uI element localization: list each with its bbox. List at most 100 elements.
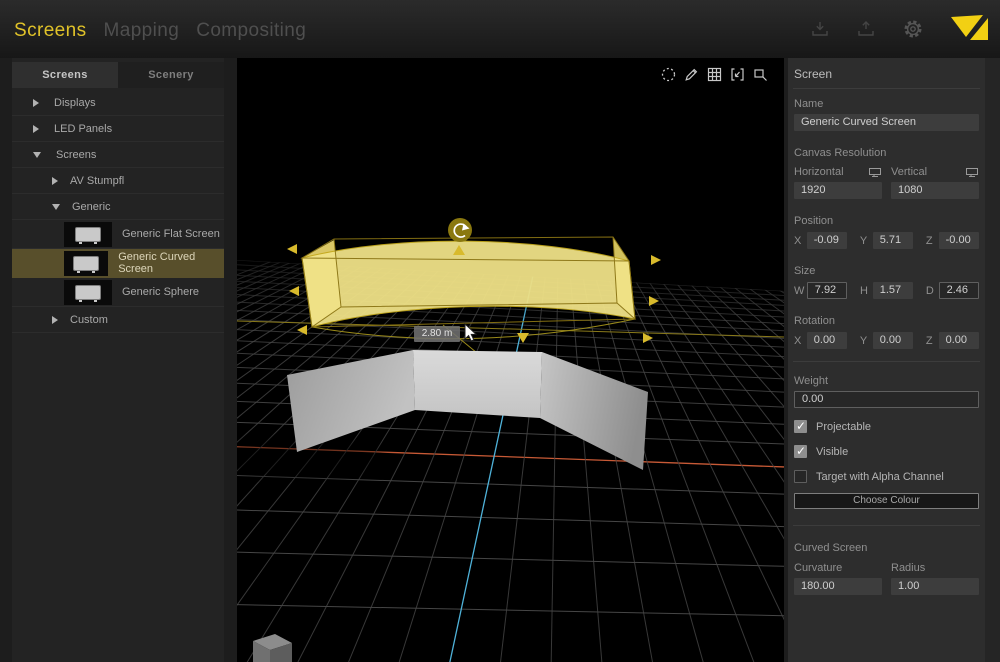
sphere-screen-icon [75, 285, 101, 300]
nav-tab-compositing[interactable]: Compositing [196, 20, 306, 42]
caret-down-icon[interactable] [33, 152, 41, 158]
app-logo [950, 13, 990, 45]
curvature-input[interactable]: 180.00 [794, 578, 882, 595]
position-z-input[interactable]: -0.00 [939, 232, 979, 249]
caret-down-icon[interactable] [52, 204, 60, 210]
size-d-input[interactable]: 2.46 [939, 282, 979, 299]
screen-bottom-edge-curve [312, 319, 635, 339]
target-alpha-checkbox[interactable] [794, 470, 807, 483]
rotate-dotted-circle-icon[interactable] [659, 65, 677, 83]
horizontal-label: Horizontal [794, 166, 844, 178]
properties-panel: Screen Name Generic Curved Screen Canvas… [788, 58, 985, 662]
rotation-z-label: Z [926, 335, 939, 347]
rotation-z-input[interactable]: 0.00 [939, 332, 979, 349]
size-label: Size [794, 265, 979, 277]
position-y-label: Y [860, 235, 873, 247]
upload-icon[interactable] [856, 19, 876, 39]
checkbox-label: Target with Alpha Channel [816, 471, 944, 483]
tree-item-generic-sphere[interactable]: Generic Sphere [12, 278, 224, 307]
position-label: Position [794, 215, 979, 227]
zoom-region-icon[interactable] [751, 65, 769, 83]
weight-input[interactable]: 0.00 [794, 391, 979, 408]
choose-colour-button[interactable]: Choose Colour [794, 493, 979, 509]
size-h-input[interactable]: 1.57 [873, 282, 913, 299]
handle-left-top [287, 244, 297, 254]
nav-tab-mapping[interactable]: Mapping [104, 20, 180, 42]
vertical-resolution-input[interactable]: 1080 [891, 182, 979, 199]
name-input[interactable]: Generic Curved Screen [794, 114, 979, 131]
panel-edge [985, 58, 1000, 662]
rotation-x-input[interactable]: 0.00 [807, 332, 847, 349]
size-w-label: W [794, 285, 807, 297]
tree-item-generic-curved-screen[interactable]: Generic Curved Screen [12, 249, 224, 278]
size-d-label: D [926, 285, 939, 297]
tree-item-label: Generic Sphere [122, 286, 199, 298]
visible-checkbox[interactable] [794, 445, 807, 458]
handle-bottom-mid [517, 333, 529, 343]
weight-label: Weight [794, 375, 979, 387]
tree-item-displays[interactable]: Displays [12, 90, 224, 116]
sidebar-tabs: Screens Scenery [12, 62, 224, 88]
rotation-label: Rotation [794, 315, 979, 327]
tree-item-label: Screens [56, 149, 96, 161]
name-label: Name [794, 98, 979, 110]
sidebar-tab-scenery[interactable]: Scenery [118, 62, 224, 88]
radius-label: Radius [891, 562, 925, 574]
tree-item-label: Generic Flat Screen [122, 228, 220, 240]
display-icon[interactable] [965, 167, 979, 178]
topbar: Screens Mapping Compositing [0, 0, 1000, 58]
horizontal-resolution-input[interactable]: 1920 [794, 182, 882, 199]
download-icon[interactable] [810, 19, 830, 39]
tree-item-av-stumpfl[interactable]: AV Stumpfl [12, 168, 224, 194]
panel-title: Screen [794, 58, 979, 88]
flat-screen-icon [75, 227, 101, 242]
tree-item-label: AV Stumpfl [70, 175, 124, 187]
tree-item-label: Custom [70, 314, 108, 326]
screen-thumbnail [64, 280, 112, 305]
position-y-input[interactable]: 5.71 [873, 232, 913, 249]
tree-item-generic[interactable]: Generic [12, 194, 224, 220]
tree-item-led-panels[interactable]: LED Panels [12, 116, 224, 142]
screen-library-tree: Displays LED Panels Screens AV Stumpfl G… [12, 88, 224, 333]
grid-icon[interactable] [705, 65, 723, 83]
curvature-label: Curvature [794, 562, 842, 574]
tree-item-custom[interactable]: Custom [12, 307, 224, 333]
rotation-gizmo[interactable] [448, 218, 472, 242]
size-w-input[interactable]: 7.92 [807, 282, 847, 299]
projectable-row: Projectable [794, 420, 979, 433]
frame-select-icon[interactable] [728, 65, 746, 83]
tree-item-label: Displays [54, 97, 96, 109]
vertical-label: Vertical [891, 166, 927, 178]
position-z-label: Z [926, 235, 939, 247]
tree-item-generic-flat-screen[interactable]: Generic Flat Screen [12, 220, 224, 249]
projectable-checkbox[interactable] [794, 420, 807, 433]
radius-input[interactable]: 1.00 [891, 578, 979, 595]
caret-right-icon[interactable] [33, 125, 39, 133]
handle-left-bottom [297, 325, 307, 335]
target-alpha-row: Target with Alpha Channel [794, 470, 979, 483]
rotation-y-label: Y [860, 335, 873, 347]
caret-right-icon[interactable] [33, 99, 39, 107]
sidebar-tab-screens[interactable]: Screens [12, 62, 118, 88]
position-x-input[interactable]: -0.09 [807, 232, 847, 249]
screen-thumbnail [64, 222, 112, 247]
nav-tab-screens[interactable]: Screens [14, 20, 87, 42]
visible-row: Visible [794, 445, 979, 458]
scene-objects [237, 58, 784, 662]
measurement-label: 2.80 m [414, 326, 460, 342]
rotation-y-input[interactable]: 0.00 [873, 332, 913, 349]
viewport-3d[interactable]: 2.80 m [237, 58, 784, 662]
checkbox-label: Visible [816, 446, 848, 458]
display-icon[interactable] [868, 167, 882, 178]
canvas-resolution-label: Canvas Resolution [794, 147, 979, 159]
scenery-cube[interactable] [253, 634, 292, 662]
main-nav: Screens Mapping Compositing [14, 20, 306, 42]
settings-gear-icon[interactable] [902, 18, 924, 40]
caret-right-icon[interactable] [52, 316, 58, 324]
tree-item-screens[interactable]: Screens [12, 142, 224, 168]
pencil-icon[interactable] [682, 65, 700, 83]
curved-screen-icon [73, 256, 99, 271]
curved-screen-label: Curved Screen [794, 542, 979, 554]
caret-right-icon[interactable] [52, 177, 58, 185]
handle-right-top [651, 255, 661, 265]
